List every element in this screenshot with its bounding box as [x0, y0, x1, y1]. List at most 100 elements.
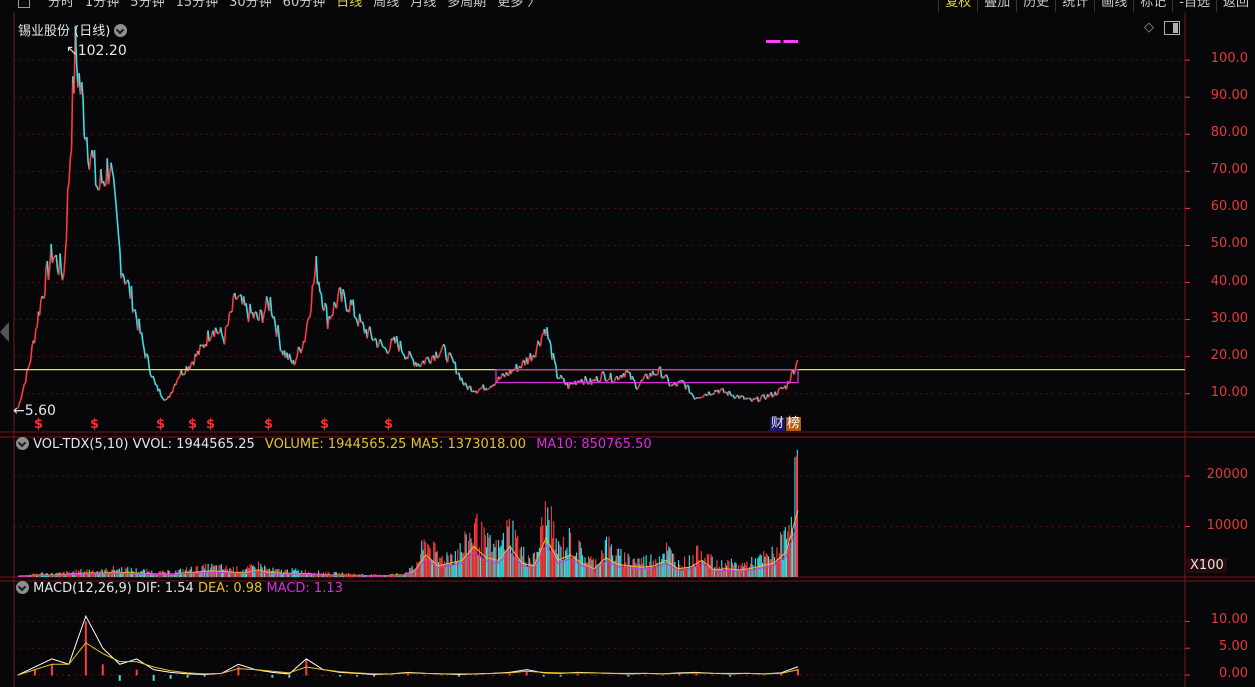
candle-down	[278, 338, 282, 352]
high-annotation: ↖102.20	[66, 43, 127, 59]
stock-chart-window: 分时 1分钟 5分钟 15分钟 30分钟 60分钟 日线 周线 月线 多周期 更多 〉 复权 叠加 历史…	[0, 0, 1255, 687]
volume-bar	[608, 536, 610, 577]
volume-bar	[202, 564, 204, 577]
candle-up	[678, 379, 682, 383]
dividend-marker-icon[interactable]: $	[90, 417, 99, 432]
volume-bar	[526, 567, 528, 577]
dividend-marker-icon[interactable]: $	[384, 417, 393, 432]
candle-down	[273, 316, 277, 327]
candle-down	[560, 374, 563, 379]
volume-bar	[616, 548, 618, 577]
candle-down	[255, 312, 259, 319]
volume-value: VOLUME: 1944565.25	[264, 437, 407, 452]
volume-bar	[199, 573, 201, 577]
layout-toggle-icon[interactable]	[1164, 21, 1180, 35]
candle-up	[477, 388, 481, 392]
candle-up	[386, 351, 390, 355]
volume-bar	[642, 563, 644, 577]
macd-dropdown-icon[interactable]	[16, 581, 29, 594]
volume-bar	[637, 558, 639, 577]
volume-bar	[211, 563, 213, 577]
candle-up	[710, 393, 714, 396]
candle-down	[547, 338, 550, 341]
macd-bar	[610, 675, 613, 676]
finance-tag[interactable]: 财	[770, 417, 786, 431]
macd-bar	[407, 673, 409, 676]
candle-up	[439, 350, 442, 355]
candle-down	[460, 377, 464, 383]
candle-up	[703, 393, 706, 397]
candle-up	[226, 324, 229, 327]
price-tick-label: 10.00	[1210, 384, 1248, 400]
dividend-marker-icon[interactable]: $	[206, 417, 215, 432]
volume-dropdown-icon[interactable]	[16, 437, 29, 450]
candle-up	[171, 388, 175, 394]
dividend-marker-icon[interactable]: $	[320, 417, 329, 432]
volume-bar	[564, 559, 566, 577]
macd-bar	[271, 675, 274, 678]
candle-down	[704, 393, 707, 396]
volume-bar	[771, 546, 773, 577]
volume-bar	[644, 568, 646, 577]
volume-bar	[602, 553, 604, 577]
dividend-marker-icon[interactable]: $	[156, 417, 165, 432]
volume-bar	[622, 567, 624, 577]
volume-bar	[630, 565, 632, 577]
candle-down	[384, 347, 388, 351]
candle-down	[219, 327, 223, 336]
candle-up	[446, 352, 450, 363]
candle-down	[381, 345, 385, 349]
volume-bar	[572, 556, 574, 577]
macd-bar	[220, 675, 223, 676]
volume-bar	[291, 568, 293, 577]
volume-bar	[531, 564, 533, 577]
volume-bar	[776, 547, 778, 577]
dividend-marker-icon[interactable]: $	[188, 417, 197, 432]
volume-bar	[472, 544, 474, 577]
volume-bar	[609, 546, 611, 577]
volume-bar	[658, 556, 660, 577]
diamond-icon[interactable]: ◇	[1144, 20, 1154, 35]
ranking-tag[interactable]: 榜	[786, 417, 802, 431]
candle-down	[722, 388, 725, 393]
candle-down	[354, 316, 357, 319]
candle-up	[647, 377, 650, 380]
volume-bar	[469, 532, 471, 577]
volume-bar	[441, 555, 443, 577]
candle-up	[701, 395, 705, 398]
volume-bar	[774, 557, 776, 577]
volume-bar	[638, 558, 640, 577]
candle-down	[82, 97, 86, 137]
dividend-marker-icon[interactable]: $	[34, 417, 43, 432]
volume-bar	[225, 565, 227, 577]
volume-bar	[636, 563, 638, 577]
volume-bar	[433, 541, 435, 577]
volume-bar	[775, 563, 777, 577]
candle-up	[759, 397, 762, 402]
macd-bar	[118, 675, 121, 681]
dropdown-icon[interactable]	[114, 24, 128, 37]
candle-down	[297, 346, 301, 350]
price-tick-label: 30.00	[1210, 310, 1248, 326]
candle-up	[782, 387, 785, 390]
macd-value: MACD: 1.13	[266, 581, 343, 596]
candle-down	[140, 332, 144, 343]
candle-up	[617, 377, 621, 381]
candle-up	[613, 377, 617, 382]
high-price-label: 102.20	[77, 43, 127, 59]
volume-bar	[234, 573, 236, 577]
candle-down	[631, 375, 635, 381]
candle-up	[29, 345, 33, 360]
candle-down	[147, 356, 151, 369]
macd-bar	[440, 675, 443, 676]
high-arrow-icon: ↖	[66, 43, 78, 59]
candle-down	[259, 309, 262, 312]
price-tick-label: 60.00	[1210, 199, 1248, 215]
volume-bar	[513, 556, 515, 577]
dividend-marker-icon[interactable]: $	[264, 417, 273, 432]
volume-bar	[236, 566, 238, 577]
candle-down	[464, 382, 468, 387]
volume-bar	[493, 543, 495, 577]
volume-bar	[674, 562, 676, 577]
volume-bar	[562, 536, 564, 577]
